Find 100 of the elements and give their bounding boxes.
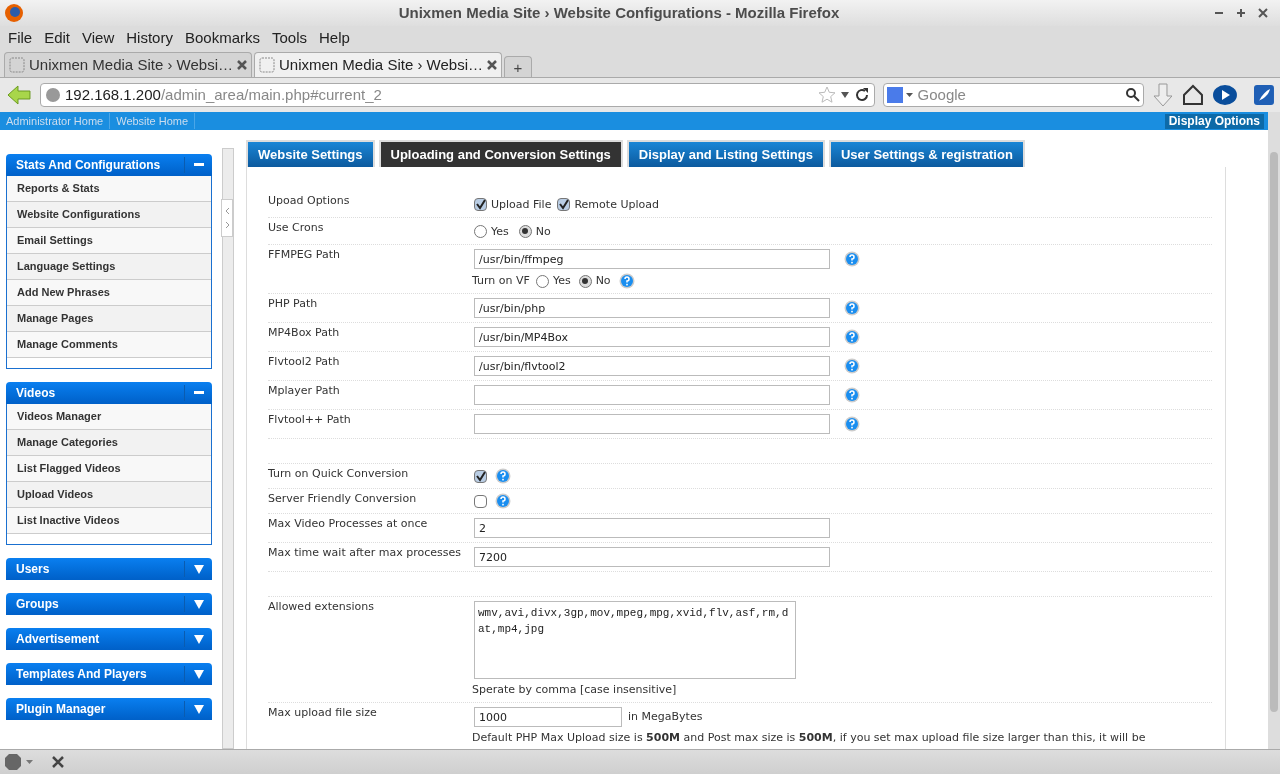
panel-header[interactable]: Users [6,558,212,580]
help-icon[interactable] [844,387,860,403]
help-icon[interactable] [844,416,860,432]
help-icon[interactable] [844,300,860,316]
checkbox[interactable] [474,469,487,483]
panel-header[interactable]: Stats And Configurations [6,154,212,176]
menu-item[interactable]: Bookmarks [184,27,260,50]
checkbox[interactable] [474,494,487,508]
address-bar[interactable]: 192.168.1.200/admin_area/main.php#current_2 [39,83,875,107]
option-label: Remote Upload [574,197,659,213]
sidebar-item[interactable]: Reports & Stats [7,176,211,202]
search-icon[interactable] [1125,87,1142,103]
search-field[interactable]: Google [917,83,1122,107]
radio-button[interactable] [578,274,592,288]
input-field[interactable]: /usr/bin/ffmpeg [474,249,830,269]
dropdown-triangle-icon[interactable] [193,634,204,644]
input-field[interactable]: 1000 [474,707,622,727]
menu-item[interactable]: Edit [44,27,71,50]
panel-header[interactable]: Videos [6,382,212,404]
panel-header[interactable]: Templates And Players [6,663,212,685]
feather-icon[interactable] [1254,85,1274,105]
sidebar-item[interactable]: Language Settings [7,254,211,280]
field-label: Server Friendly Conversion [268,492,417,505]
left-chevron-icon[interactable] [224,208,230,214]
field-label: Mplayer Path [268,384,340,397]
help-icon[interactable] [495,493,511,509]
close-icon[interactable] [52,756,64,768]
settings-tab[interactable]: Uploading and Conversion Settings [378,140,623,167]
field-label: Turn on Quick Conversion [268,467,409,480]
panel-header[interactable]: Groups [6,593,212,615]
radio-button[interactable] [518,224,532,238]
star-icon[interactable] [817,86,836,104]
input-field[interactable]: 2 [474,518,830,538]
close-icon[interactable] [487,60,497,70]
dropdown-triangle-icon[interactable] [193,704,204,714]
browser-tab[interactable]: Unixmen Media Site › Websi… [254,52,502,77]
radio-button[interactable] [474,224,487,238]
input-field[interactable]: /usr/bin/php [474,298,830,318]
hint-text: Sperate by comma [case insensitive] [472,682,678,698]
input-field[interactable] [474,414,830,434]
sidebar-item[interactable]: Manage Comments [7,332,211,358]
checkbox[interactable] [557,197,571,211]
right-chevron-icon[interactable] [224,222,230,228]
input-field[interactable]: /usr/bin/flvtool2 [474,356,830,376]
help-icon[interactable] [618,273,635,289]
menu-item[interactable]: File [8,27,33,50]
sidebar-item[interactable]: Manage Categories [7,430,211,456]
maximize-icon[interactable] [1236,8,1246,18]
text-area[interactable]: wmv,avi,divx,3gp,mov,mpeg,mpg,xvid,flv,asf,rm,dat,mp4,jpg [474,601,796,679]
play-button-icon[interactable] [1212,83,1239,107]
help-icon[interactable] [844,251,860,267]
checkbox[interactable] [474,197,487,211]
sidebar-item[interactable]: List Inactive Videos [7,508,211,534]
panel-title: Users [16,561,51,578]
sidebar-item[interactable]: Upload Videos [7,482,211,508]
sidebar-item[interactable]: Videos Manager [7,404,211,430]
sidebar-item[interactable]: List Flagged Videos [7,456,211,482]
dropdown-triangle-icon[interactable] [193,564,204,574]
option-label: Yes [491,224,509,240]
display-options-button[interactable]: Display Options [1164,113,1264,129]
sidebar-item[interactable]: Email Settings [7,228,211,254]
dropdown-caret-icon[interactable] [839,91,850,99]
tab-title: Unixmen Media Site › Websi… [29,54,233,75]
menu-item[interactable]: History [126,27,173,50]
dropdown-triangle-icon[interactable] [193,669,204,679]
settings-tab[interactable]: User Settings & registration [828,140,1025,167]
minus-icon[interactable] [193,163,204,167]
new-tab-button[interactable]: + [504,56,532,77]
sidebar-item[interactable]: Add New Phrases [7,280,211,306]
menu-item[interactable]: View [82,27,115,50]
reload-icon[interactable] [853,87,870,103]
input-field[interactable]: 7200 [474,547,830,567]
dropdown-triangle-icon[interactable] [193,599,204,609]
home-icon[interactable] [1182,84,1205,106]
help-icon[interactable] [844,358,860,374]
page-icon [259,57,275,73]
menu-item[interactable]: Tools [272,27,307,50]
option-label: No [535,224,551,240]
option-label: Turn on VF [472,273,530,289]
sidebar-toggle[interactable] [221,199,233,237]
radio-button[interactable] [535,274,549,288]
close-icon[interactable] [237,60,247,70]
input-field[interactable]: /usr/bin/MP4Box [474,327,830,347]
minus-icon[interactable] [193,391,204,395]
panel-header[interactable]: Advertisement [6,628,212,650]
browser-tab[interactable]: Unixmen Media Site › Websi… [4,52,252,77]
panel-title: Stats And Configurations [16,157,162,174]
sidebar-item[interactable]: Manage Pages [7,306,211,332]
input-field[interactable] [474,385,830,405]
google-icon[interactable] [885,86,914,104]
settings-tab[interactable]: Website Settings [246,140,375,167]
help-icon[interactable] [495,468,511,484]
option-label: Yes [552,273,571,289]
sidebar-item[interactable]: Website Configurations [7,202,211,228]
search-bar[interactable]: Google [882,83,1145,107]
help-icon[interactable] [844,329,860,345]
panel-header[interactable]: Plugin Manager [6,698,212,720]
close-icon[interactable] [1258,8,1268,18]
menu-item[interactable]: Help [319,27,350,50]
settings-tab[interactable]: Display and Listing Settings [626,140,825,167]
